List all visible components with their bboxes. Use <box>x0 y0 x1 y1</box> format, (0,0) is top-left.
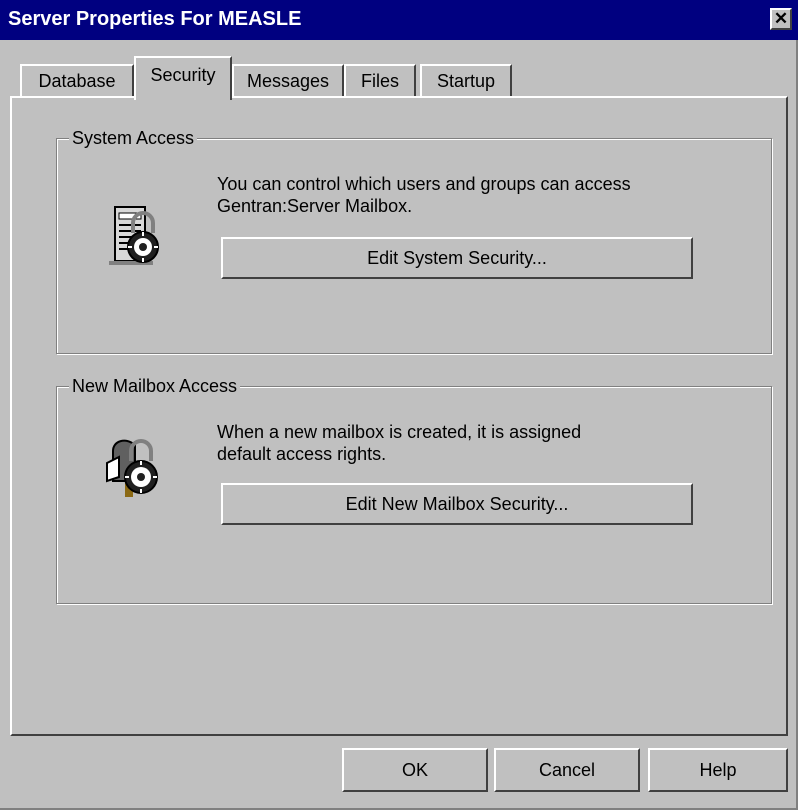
new-mailbox-description-1: When a new mailbox is created, it is ass… <box>217 422 582 442</box>
cancel-button[interactable]: Cancel <box>494 748 640 792</box>
server-properties-dialog: Server Properties For MEASLE ✕ Database … <box>0 0 798 810</box>
system-access-group: System Access You can control which user… <box>56 127 772 354</box>
tab-startup-label: Startup <box>436 71 496 91</box>
close-button[interactable]: ✕ <box>770 8 792 30</box>
edit-new-mailbox-security-label: Edit New Mailbox Security... <box>345 494 569 514</box>
new-mailbox-access-title: New Mailbox Access <box>69 375 241 397</box>
tab-database[interactable]: Database <box>20 64 134 98</box>
mailbox-lock-icon <box>106 439 158 497</box>
tab-security-label: Security <box>150 65 216 85</box>
server-lock-icon <box>109 206 159 265</box>
ok-button[interactable]: OK <box>342 748 488 792</box>
title-bar[interactable]: Server Properties For MEASLE ✕ <box>0 0 798 40</box>
window-title: Server Properties For MEASLE <box>8 8 302 30</box>
ok-button-label: OK <box>401 760 428 780</box>
tab-startup[interactable]: Startup <box>420 64 512 98</box>
tab-messages[interactable]: Messages <box>232 64 344 98</box>
help-button[interactable]: Help <box>648 748 788 792</box>
tab-files-label: Files <box>360 71 399 91</box>
tab-messages-label: Messages <box>246 71 330 91</box>
new-mailbox-access-group: New Mailbox Access When a new mailbox is… <box>56 375 772 604</box>
edit-new-mailbox-security-button[interactable]: Edit New Mailbox Security... <box>221 483 693 525</box>
edit-system-security-button[interactable]: Edit System Security... <box>221 237 693 279</box>
system-access-title: System Access <box>69 127 198 149</box>
tab-database-label: Database <box>38 71 116 91</box>
help-button-label: Help <box>699 760 737 780</box>
security-tab-panel: System Access You can control which user… <box>10 96 788 736</box>
new-mailbox-description-2: default access rights. <box>217 444 387 464</box>
tab-files[interactable]: Files <box>344 64 416 98</box>
tab-security[interactable]: Security <box>134 56 232 100</box>
close-icon: ✕ <box>773 9 789 28</box>
cancel-button-label: Cancel <box>538 760 596 780</box>
system-access-description-1: You can control which users and groups c… <box>217 174 631 194</box>
edit-system-security-label: Edit System Security... <box>367 248 547 268</box>
system-access-description-2: Gentran:Server Mailbox. <box>217 196 413 216</box>
